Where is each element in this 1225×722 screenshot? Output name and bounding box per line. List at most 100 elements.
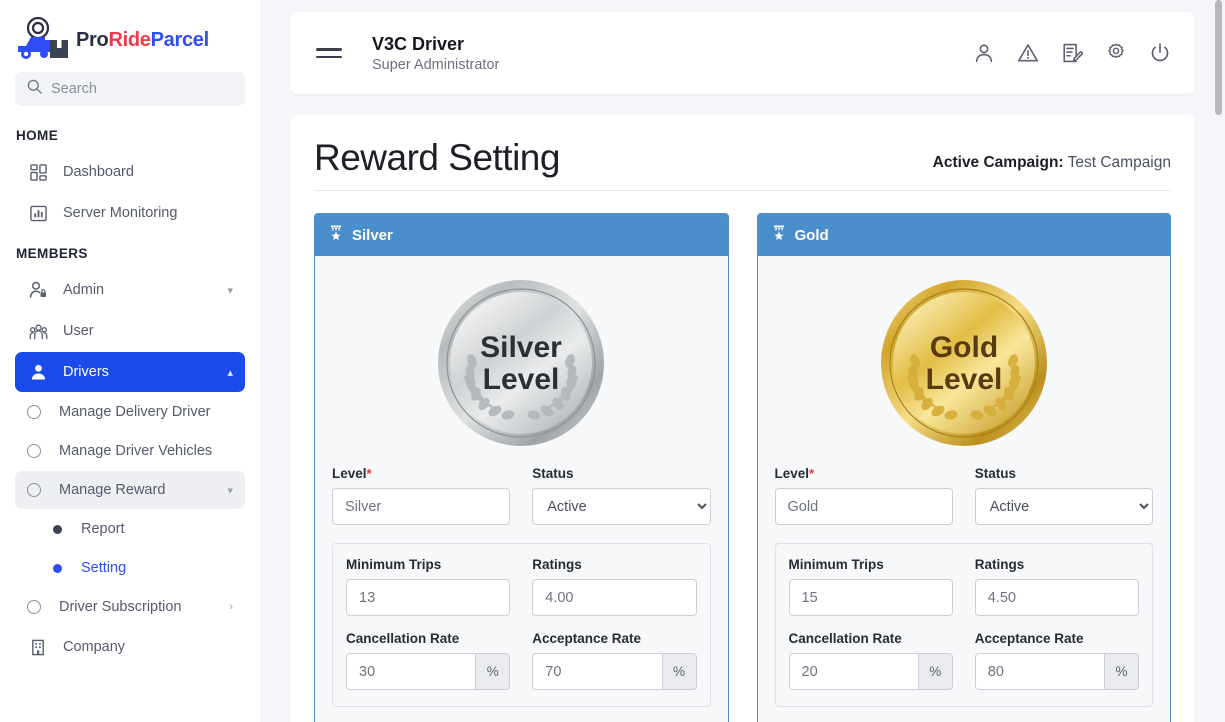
medal-icon bbox=[329, 225, 343, 245]
cancellation-rate-group: Cancellation Rate % bbox=[346, 631, 511, 690]
required-marker: * bbox=[366, 466, 372, 481]
sidebar-item-setting[interactable]: Setting bbox=[15, 549, 245, 587]
medal-image-wrap: Silver Level bbox=[332, 274, 711, 466]
status-select[interactable]: ActiveInactive bbox=[974, 488, 1153, 525]
level-label: Level* bbox=[775, 466, 953, 481]
search-input[interactable] bbox=[51, 81, 233, 97]
cancellation-rate-input[interactable] bbox=[788, 653, 918, 690]
cancellation-rate-input-group: % bbox=[346, 653, 511, 690]
tier-card-silver: Silver Silver Level Level* Silver Status… bbox=[314, 213, 729, 722]
medal-line-1: Silver bbox=[480, 331, 562, 364]
active-campaign-label: Active Campaign: bbox=[932, 154, 1064, 171]
medal-line-1: Gold bbox=[930, 331, 998, 364]
search-box[interactable] bbox=[15, 72, 245, 106]
circle-marker-icon bbox=[27, 600, 41, 614]
content-card: Reward Setting Active Campaign: Test Cam… bbox=[290, 115, 1195, 722]
rates-row: Cancellation Rate % Acceptance Rate bbox=[788, 631, 1139, 690]
bar-chart-icon bbox=[27, 205, 49, 222]
required-marker: * bbox=[809, 466, 815, 481]
percent-addon: % bbox=[1104, 653, 1139, 690]
chevron-up-icon[interactable]: ▴ bbox=[227, 366, 233, 379]
sidebar-subitem-label: Report bbox=[81, 521, 125, 537]
acceptance-rate-label: Acceptance Rate bbox=[532, 631, 642, 646]
main-area: V3C Driver Super Administrator Reward Se… bbox=[260, 0, 1225, 722]
page-scrollbar-thumb[interactable] bbox=[1215, 0, 1222, 115]
sidebar-item-user[interactable]: User bbox=[15, 311, 245, 351]
tier-card-body: Gold Level Level* S bbox=[758, 256, 1171, 722]
metrics-panel: Minimum Trips Ratings Cancellation Rate bbox=[332, 543, 711, 707]
topbar-titles: V3C Driver Super Administrator bbox=[372, 33, 499, 74]
chevron-right-icon[interactable]: › bbox=[229, 601, 233, 613]
brand[interactable]: ProRideParcel bbox=[0, 0, 260, 72]
status-label: Status bbox=[532, 466, 574, 481]
minimum-trips-input[interactable] bbox=[346, 579, 511, 616]
level-label-text: Level bbox=[332, 466, 367, 481]
sidebar-subitem-label: Driver Subscription bbox=[59, 599, 182, 615]
trips-ratings-row: Minimum Trips Ratings bbox=[346, 557, 697, 616]
page-scrollbar[interactable] bbox=[1215, 0, 1222, 722]
dot-marker-icon bbox=[53, 524, 62, 534]
level-input[interactable] bbox=[332, 488, 511, 525]
sidebar-item-manage-reward[interactable]: Manage Reward ▾ bbox=[15, 471, 245, 509]
level-label-text: Level bbox=[774, 466, 810, 481]
brand-part-3: Parcel bbox=[150, 28, 210, 51]
settings-gear-icon[interactable] bbox=[1105, 42, 1127, 64]
sidebar-item-label: Server Monitoring bbox=[63, 205, 178, 221]
minimum-trips-input[interactable] bbox=[788, 579, 953, 616]
status-label: Status bbox=[974, 466, 1017, 481]
ratings-group: Ratings bbox=[532, 557, 697, 616]
tier-card-gold: Gold Gold Level Level* Gold Status Activ… bbox=[756, 213, 1171, 722]
rates-row: Cancellation Rate % Acceptance Rate bbox=[346, 631, 697, 690]
power-logout-icon[interactable] bbox=[1149, 42, 1171, 64]
user-profile-icon[interactable] bbox=[973, 42, 995, 64]
minimum-trips-group: Minimum Trips bbox=[346, 557, 511, 616]
cancellation-rate-label: Cancellation Rate bbox=[788, 631, 902, 646]
tier-card-title: Silver bbox=[352, 226, 393, 244]
level-label: Level* bbox=[332, 466, 510, 481]
edit-document-icon[interactable] bbox=[1061, 42, 1083, 64]
sidebar-item-driver-subscription[interactable]: Driver Subscription › bbox=[15, 588, 245, 626]
acceptance-rate-input[interactable] bbox=[532, 653, 662, 690]
circle-marker-icon bbox=[27, 483, 41, 497]
topbar-subtitle: Super Administrator bbox=[372, 57, 500, 74]
hamburger-menu-icon[interactable] bbox=[316, 43, 342, 62]
tier-card-header: Silver bbox=[315, 214, 728, 256]
sidebar-item-drivers[interactable]: Drivers ▴ bbox=[15, 352, 245, 392]
sidebar-item-manage-delivery-driver[interactable]: Manage Delivery Driver bbox=[15, 393, 245, 431]
tier-cards-row: Silver Silver Level Level* Silver Status… bbox=[314, 191, 1171, 722]
acceptance-rate-input[interactable] bbox=[974, 653, 1104, 690]
sidebar-item-dashboard[interactable]: Dashboard bbox=[15, 152, 245, 192]
brand-part-2: Ride bbox=[108, 28, 151, 51]
acceptance-rate-label: Acceptance Rate bbox=[974, 631, 1084, 646]
sidebar-item-admin[interactable]: Admin ▾ bbox=[15, 270, 245, 310]
acceptance-rate-group: Acceptance Rate % bbox=[974, 631, 1139, 690]
sidebar-subitem-label: Manage Driver Vehicles bbox=[59, 443, 213, 459]
trips-ratings-row: Minimum Trips Ratings bbox=[788, 557, 1139, 616]
chevron-down-icon[interactable]: ▾ bbox=[227, 284, 233, 297]
cancellation-rate-group: Cancellation Rate % bbox=[788, 631, 953, 690]
sidebar-item-company[interactable]: Company bbox=[15, 627, 245, 667]
acceptance-rate-group: Acceptance Rate % bbox=[532, 631, 697, 690]
sidebar-item-label: Company bbox=[63, 639, 126, 655]
building-icon bbox=[27, 639, 49, 656]
acceptance-rate-input-group: % bbox=[974, 653, 1139, 690]
warning-triangle-icon[interactable] bbox=[1017, 42, 1039, 64]
ratings-group: Ratings bbox=[974, 557, 1139, 616]
sidebar-item-server-monitoring[interactable]: Server Monitoring bbox=[15, 193, 245, 233]
sidebar-item-report[interactable]: Report bbox=[15, 510, 245, 548]
topbar: V3C Driver Super Administrator bbox=[290, 12, 1195, 94]
ratings-label: Ratings bbox=[532, 557, 582, 572]
active-campaign: Active Campaign: Test Campaign bbox=[933, 154, 1171, 176]
cancellation-rate-input[interactable] bbox=[346, 653, 476, 690]
nav-section-members: MEMBERS bbox=[16, 246, 88, 261]
level-input[interactable] bbox=[774, 488, 953, 525]
ratings-input[interactable] bbox=[532, 579, 697, 616]
page-header: Reward Setting Active Campaign: Test Cam… bbox=[314, 139, 1171, 191]
admin-user-lock-icon bbox=[27, 281, 49, 299]
ratings-input[interactable] bbox=[974, 579, 1139, 616]
chevron-down-icon[interactable]: ▾ bbox=[227, 484, 233, 497]
tier-card-title: Gold bbox=[794, 226, 829, 244]
gold-level-medal-icon: Gold Level bbox=[879, 278, 1049, 448]
sidebar-item-manage-driver-vehicles[interactable]: Manage Driver Vehicles bbox=[15, 432, 245, 470]
status-select[interactable]: ActiveInactive bbox=[532, 488, 711, 525]
